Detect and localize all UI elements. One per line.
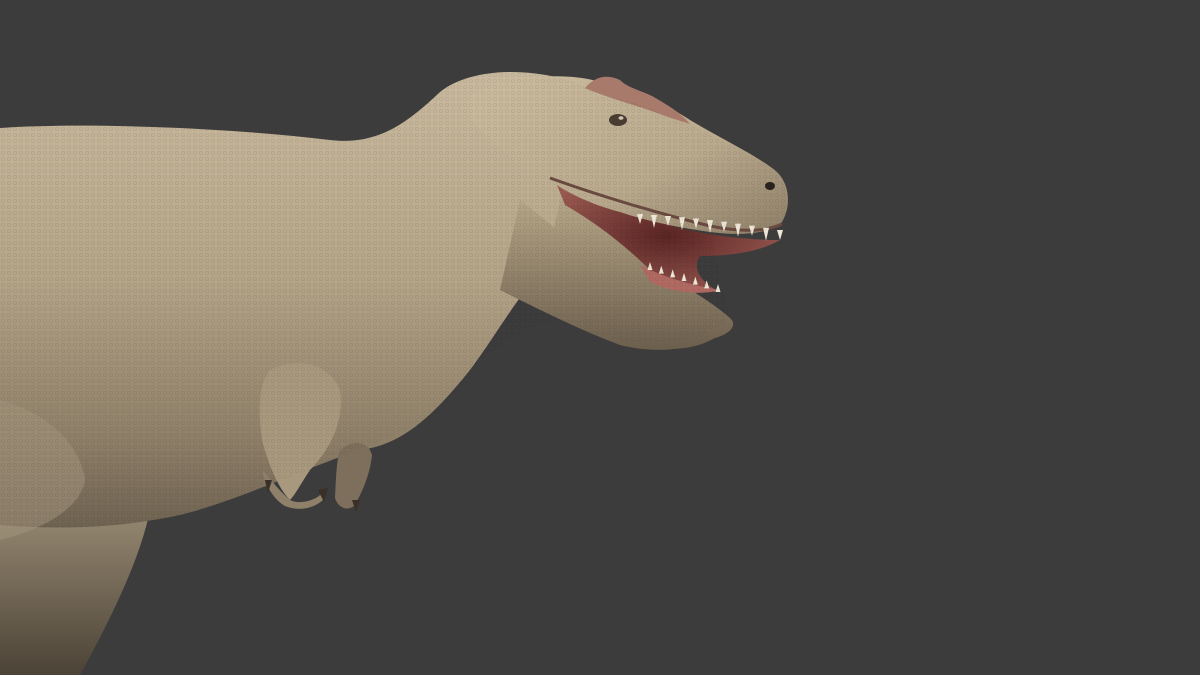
render-viewport [0,0,1200,675]
scale-texture [0,72,788,528]
dinosaur-render [0,72,788,675]
tooth [777,230,783,240]
